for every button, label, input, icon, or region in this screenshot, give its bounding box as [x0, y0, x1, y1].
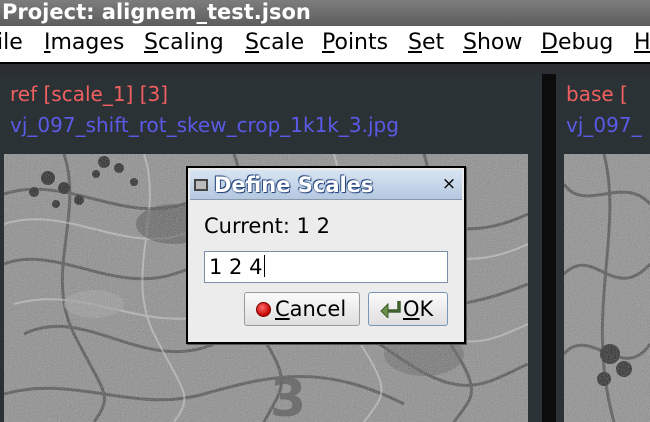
current-scales-label: Current: 1 2	[204, 214, 331, 238]
close-icon[interactable]: ×	[440, 174, 458, 194]
menu-scaling[interactable]: Scaling	[144, 28, 224, 58]
ok-button[interactable]: OK	[368, 292, 448, 326]
menu-set[interactable]: Set	[408, 28, 444, 58]
menu-debug[interactable]: Debug	[541, 28, 613, 58]
dialog-title: Define Scales	[214, 173, 374, 197]
scales-input-value: 1 2 4	[209, 255, 263, 279]
cancel-button-label: Cancel	[275, 297, 347, 321]
text-caret	[264, 255, 266, 277]
base-image-panel[interactable]: base [ vj_097_	[556, 74, 650, 422]
ref-filename-label: vj_097_shift_rot_skew_crop_1k1k_3.jpg	[10, 113, 399, 137]
window-title: Project: alignem_test.json	[2, 0, 311, 24]
dialog-titlebar[interactable]: Define Scales ×	[190, 170, 462, 200]
stop-icon	[256, 302, 271, 317]
define-scales-dialog: Define Scales × Current: 1 2 1 2 4 Cance…	[186, 166, 466, 344]
menu-file[interactable]: ile	[0, 28, 23, 58]
menu-images[interactable]: Images	[44, 28, 124, 58]
scales-input[interactable]: 1 2 4	[204, 251, 448, 283]
menu-bar: ile Images Scaling Scale Points Set Show…	[0, 26, 650, 64]
window-icon	[194, 179, 208, 191]
base-em-image[interactable]	[564, 154, 650, 422]
menu-scale[interactable]: Scale	[245, 28, 304, 58]
base-em-texture	[564, 154, 650, 422]
window-titlebar: Project: alignem_test.json	[0, 0, 650, 26]
checkmark-arrow-icon	[380, 301, 401, 318]
ok-button-label: OK	[403, 297, 434, 321]
base-filename-label: vj_097_	[566, 113, 642, 137]
ref-panel-label: ref [scale_1] [3]	[10, 82, 169, 106]
menu-points[interactable]: Points	[322, 28, 388, 58]
menu-help[interactable]: H	[634, 28, 650, 58]
cancel-button[interactable]: Cancel	[244, 292, 360, 326]
base-panel-label: base [	[566, 82, 628, 106]
menu-show[interactable]: Show	[463, 28, 522, 58]
ref-overlay-number: 3	[270, 369, 306, 422]
panel-divider[interactable]	[542, 74, 556, 422]
